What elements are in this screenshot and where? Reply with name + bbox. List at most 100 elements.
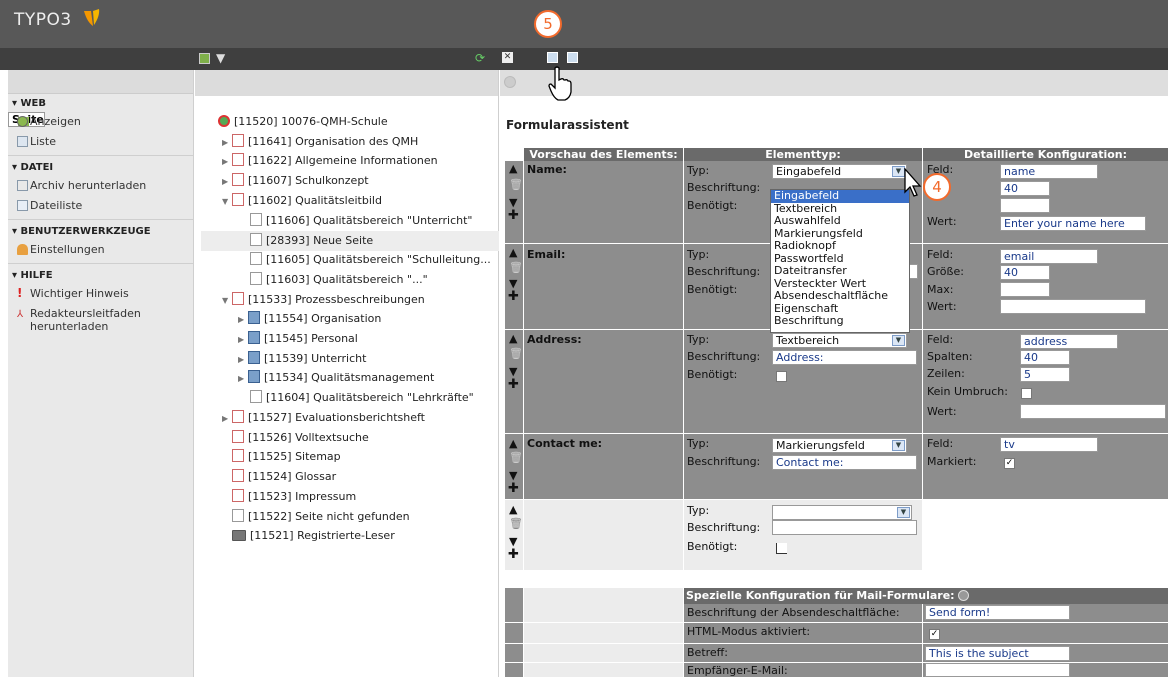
cols-address-input[interactable]: 40 xyxy=(1020,350,1070,365)
tree-node[interactable]: ▶ [11641] Organisation des QMH xyxy=(222,133,418,151)
tree-node[interactable]: [11603] Qualitätsbereich "..." xyxy=(250,271,428,289)
save-close-icon[interactable] xyxy=(567,52,578,63)
tree-node[interactable]: ▶ [11607] Schulkonzept xyxy=(222,172,369,190)
submit-label-input[interactable]: Send form! xyxy=(925,605,1070,620)
tree-node[interactable]: [11526] Volltextsuche xyxy=(232,429,369,447)
folder-icon xyxy=(232,530,246,541)
size-name-input[interactable]: 40 xyxy=(1000,181,1050,196)
label-address-input[interactable]: Address: xyxy=(772,350,917,365)
tree-node[interactable]: [11522] Seite nicht gefunden xyxy=(232,508,410,526)
html-mode-checkbox[interactable]: ✓ xyxy=(929,629,940,640)
subject-input[interactable]: This is the subject xyxy=(925,646,1070,661)
value-email-input[interactable] xyxy=(1000,299,1146,314)
delete-icon[interactable]: 🗑 xyxy=(509,452,523,463)
move-up-icon[interactable]: ▲ xyxy=(509,247,517,258)
value-address-input[interactable] xyxy=(1020,404,1166,419)
help-icon[interactable] xyxy=(504,76,516,88)
close-icon[interactable]: ✕ xyxy=(502,52,513,63)
move-down-icon[interactable]: ▼ xyxy=(509,366,517,377)
refresh-icon[interactable]: ⟳ xyxy=(475,51,485,65)
dropdown-option[interactable]: Auswahlfeld xyxy=(771,214,909,228)
tree-node[interactable]: ▶ [11539] Unterricht xyxy=(238,350,366,368)
field-name-input[interactable]: name xyxy=(1000,164,1098,179)
dropdown-option[interactable]: Eingabefeld xyxy=(771,189,909,203)
new-page-icon[interactable] xyxy=(199,53,210,64)
module-dateiliste[interactable]: Dateiliste xyxy=(8,196,193,216)
recipient-input[interactable] xyxy=(925,663,1070,677)
add-icon[interactable]: ✚ xyxy=(508,548,519,561)
move-down-icon[interactable]: ▼ xyxy=(509,197,517,208)
tree-node[interactable]: [11605] Qualitätsbereich "Schulleitung..… xyxy=(250,251,491,269)
dropdown-option[interactable]: Absendeschaltfläche xyxy=(771,289,909,303)
tree-node[interactable]: ▶ [11554] Organisation xyxy=(238,310,381,328)
header-type: Elementtyp: xyxy=(684,148,922,161)
module-archiv[interactable]: Archiv herunterladen xyxy=(8,176,193,196)
rows-address-input[interactable]: 5 xyxy=(1020,367,1070,382)
move-up-icon[interactable]: ▲ xyxy=(509,333,517,344)
tree-node[interactable]: ▶ [11622] Allgemeine Informationen xyxy=(222,152,438,170)
field-email-input[interactable]: email xyxy=(1000,249,1098,264)
section-benutzerwerkzeuge[interactable]: ▾ BENUTZERWERKZEUGE xyxy=(8,222,193,240)
move-up-icon[interactable]: ▲ xyxy=(509,438,517,449)
delete-icon[interactable]: 🗑 xyxy=(509,348,523,359)
tree-node[interactable]: [11520] 10076-QMH-Schule xyxy=(218,113,388,131)
size-email-input[interactable]: 40 xyxy=(1000,265,1050,280)
delete-icon[interactable]: 🗑 xyxy=(509,518,523,529)
tree-node[interactable]: ▼ [11602] Qualitätsleitbild xyxy=(222,192,382,210)
move-up-icon[interactable]: ▲ xyxy=(509,163,517,174)
label-typ: Typ: xyxy=(687,164,710,177)
type-select-address[interactable]: Textbereich ▼ xyxy=(772,333,907,348)
dropdown-option[interactable]: Beschriftung xyxy=(771,314,909,328)
filter-icon[interactable]: ▼ xyxy=(216,52,225,64)
tree-node[interactable]: [11606] Qualitätsbereich "Unterricht" xyxy=(250,212,473,230)
tree-node[interactable]: [11604] Qualitätsbereich "Lehrkräfte" xyxy=(250,389,474,407)
move-down-icon[interactable]: ▼ xyxy=(509,470,517,481)
tree-node[interactable]: [11525] Sitemap xyxy=(232,448,341,466)
add-icon[interactable]: ✚ xyxy=(508,209,519,222)
label-contact-input[interactable]: Contact me: xyxy=(772,455,917,470)
delete-icon[interactable]: 🗑 xyxy=(509,262,523,273)
add-icon[interactable]: ✚ xyxy=(508,378,519,391)
nowrap-address-checkbox[interactable] xyxy=(1021,388,1032,399)
move-down-icon[interactable]: ▼ xyxy=(509,278,517,289)
module-einstellungen[interactable]: Einstellungen xyxy=(8,240,193,260)
section-datei[interactable]: ▾ DATEI xyxy=(8,158,193,176)
max-email-input[interactable] xyxy=(1000,282,1050,297)
tree-node[interactable]: [11523] Impressum xyxy=(232,488,356,506)
move-down-icon[interactable]: ▼ xyxy=(509,536,517,547)
save-icon[interactable] xyxy=(547,52,558,63)
tree-node[interactable]: [28393] Neue Seite xyxy=(250,232,373,250)
type-select-name[interactable]: Eingabefeld ▼ xyxy=(772,164,907,179)
tree-node[interactable]: [11524] Glossar xyxy=(232,468,336,486)
tree-node[interactable]: ▼ [11533] Prozessbeschreibungen xyxy=(222,291,425,309)
add-icon[interactable]: ✚ xyxy=(508,290,519,303)
type-dropdown-list[interactable]: Eingabefeld Textbereich Auswahlfeld Mark… xyxy=(770,189,910,333)
max-name-input[interactable] xyxy=(1000,198,1050,213)
field-contact-input[interactable]: tv xyxy=(1000,437,1098,452)
type-select-new[interactable]: ▼ xyxy=(772,505,912,520)
required-address-checkbox[interactable] xyxy=(776,371,787,382)
tree-node[interactable]: ▶ [11534] Qualitätsmanagement xyxy=(238,369,434,387)
tree-node[interactable]: ▶ [11545] Personal xyxy=(238,330,358,348)
type-select-contact[interactable]: Markierungsfeld ▼ xyxy=(772,438,907,453)
dropdown-option[interactable]: Radioknopf xyxy=(771,239,909,253)
required-new-checkbox[interactable] xyxy=(776,543,787,554)
app-logo[interactable]: TYPO3 xyxy=(14,10,72,30)
module-wichtiger-hinweis[interactable]: ! Wichtiger Hinweis xyxy=(8,284,193,304)
module-liste[interactable]: Liste xyxy=(8,132,193,152)
tree-node[interactable]: ▶ [11527] Evaluationsberichtsheft xyxy=(222,409,425,427)
module-redakteursleitfaden[interactable]: ⅄ Redakteursleitfaden herunterladen xyxy=(8,304,178,336)
dropdown-option[interactable]: Dateitransfer xyxy=(771,264,909,278)
module-anzeigen[interactable]: Anzeigen xyxy=(8,112,193,132)
field-address-input[interactable]: address xyxy=(1020,334,1118,349)
move-up-icon[interactable]: ▲ xyxy=(509,504,517,515)
tree-node[interactable]: [11521] Registrierte-Leser xyxy=(232,527,395,545)
info-icon[interactable] xyxy=(958,590,970,601)
section-hilfe[interactable]: ▾ HILFE xyxy=(8,266,193,284)
checked-contact-checkbox[interactable]: ✓ xyxy=(1004,458,1015,469)
delete-icon[interactable]: 🗑 xyxy=(509,179,523,190)
add-icon[interactable]: ✚ xyxy=(508,482,519,495)
value-name-input[interactable]: Enter your name here xyxy=(1000,216,1146,231)
section-web[interactable]: ▾ WEB xyxy=(8,94,193,112)
label-new-input[interactable] xyxy=(772,520,917,535)
